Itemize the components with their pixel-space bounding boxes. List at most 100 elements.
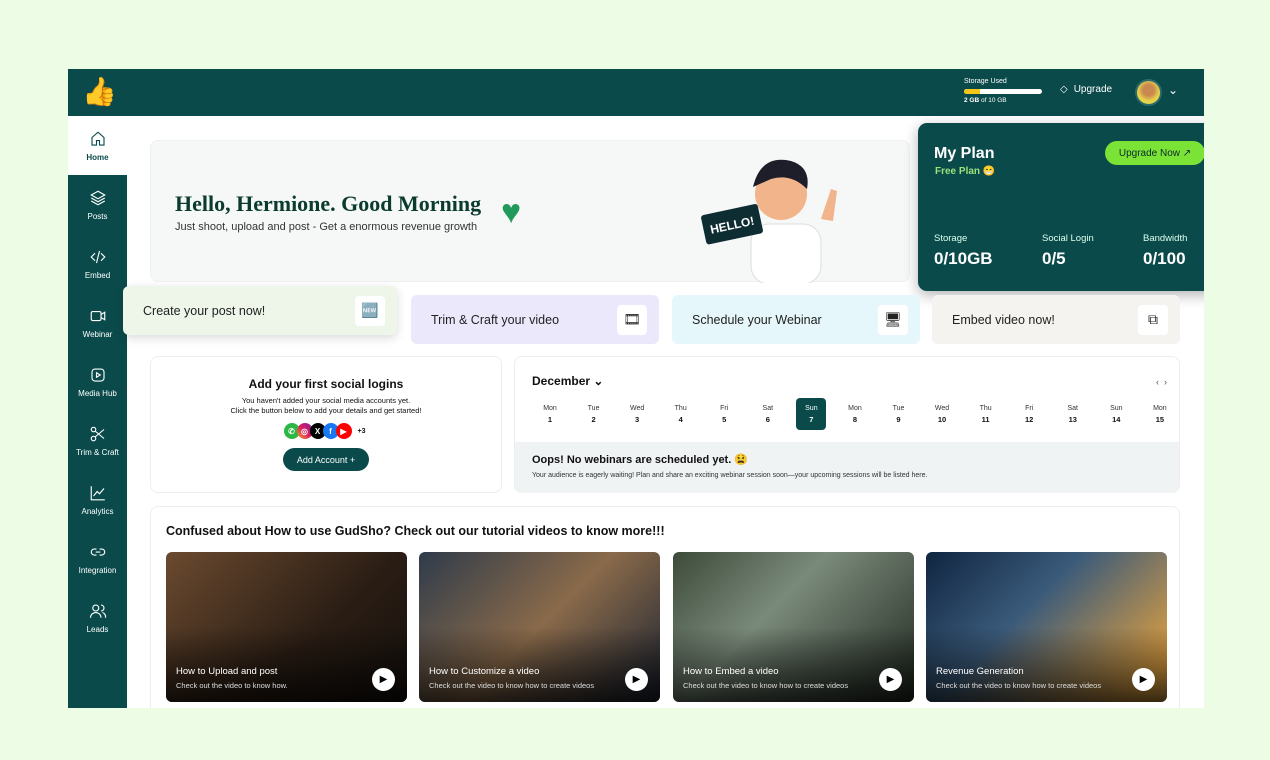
tutorials-panel: Confused about How to use GudSho? Check … [150,506,1180,708]
calendar-day[interactable]: Tue 9 [884,398,914,430]
day-number: 12 [1025,414,1034,424]
avatar[interactable] [1135,79,1162,106]
sidebar-item-label: Webinar [82,329,113,339]
day-name: Sun [1110,404,1123,412]
calendar-day[interactable]: Wed 3 [622,398,652,430]
prev-arrow-icon[interactable]: ‹ [1156,377,1159,387]
sidebar-item-label: Trim & Craft [76,447,119,457]
day-name: Sat [1067,404,1078,412]
action-label: Create your post now! [143,303,266,318]
trim-craft-card[interactable]: Trim & Craft your video 🎞 [411,295,659,344]
day-name: Wed [934,404,950,412]
sidebar-item-leads[interactable]: Leads [68,588,127,647]
stat-value: 0/10GB [934,249,993,268]
sidebar-item-label: Media Hub [78,388,117,398]
storage-meter: Storage Used 2 GB of 10 GB [964,78,1042,104]
stat-label: Storage [934,233,968,244]
play-icon[interactable]: ▶ [879,668,902,691]
day-name: Mon [543,404,557,412]
social-title: Add your first social logins [248,377,404,391]
create-post-card[interactable]: Create your post now! 🆕 [123,286,397,335]
tutorial-video[interactable]: How to Customize a video Check out the vi… [419,552,660,702]
upgrade-now-button[interactable]: Upgrade Now ↗ [1105,141,1204,165]
calendar-day[interactable]: Sun 7 [796,398,827,430]
sidebar-item-integration[interactable]: Integration [68,529,127,588]
day-name: Sun [805,404,818,412]
schedule-webinar-card[interactable]: Schedule your Webinar 🖥 [672,295,920,344]
tutorial-video[interactable]: How to Embed a video Check out the video … [673,552,914,702]
social-text-1: You haven't added your social media acco… [241,396,411,405]
stat-bandwidth: Bandwidth 0/100 [1143,233,1187,269]
day-number: 13 [1068,414,1077,424]
calendar-day[interactable]: Wed 10 [927,398,957,430]
calendar-day[interactable]: Fri 12 [1014,398,1044,430]
storage-total: of 10 GB [980,97,1007,104]
video-icon [90,310,105,321]
calendar-day[interactable]: Sat 6 [753,398,783,430]
calendar-day[interactable]: Thu 11 [971,398,1001,430]
day-name: Thu [979,404,992,412]
sidebar-item-embed[interactable]: Embed [68,234,127,293]
day-number: 5 [722,414,727,424]
day-name: Tue [892,404,905,412]
calendar-day[interactable]: Tue 2 [579,398,609,430]
code-icon [89,250,106,263]
day-name: Mon [848,404,862,412]
sidebar-item-media-hub[interactable]: Media Hub [68,352,127,411]
sidebar-item-posts[interactable]: Posts [68,175,127,234]
users-icon [89,603,106,618]
calendar-day[interactable]: Mon 1 [535,398,565,430]
chevron-down-icon[interactable]: ⌄ [1168,83,1178,97]
calendar-day[interactable]: Sun 14 [1101,398,1131,430]
day-number: 8 [852,414,858,424]
play-icon[interactable]: ▶ [372,668,395,691]
calendar-day[interactable]: Mon 15 [1145,398,1175,430]
calendar-day[interactable]: Thu 4 [666,398,696,430]
day-number: 9 [896,414,901,424]
top-header: 👍 Storage Used 2 GB of 10 GB ◇ Upgrade ⌄ [68,69,1204,116]
thumbs-up-logo[interactable]: 👍 [82,75,117,108]
new-post-icon: 🆕 [355,295,385,326]
day-name: Fri [1025,404,1034,412]
sidebar-item-trim-craft[interactable]: Trim & Craft [68,411,127,470]
link-icon [90,547,105,556]
empty-webinars: Oops! No webinars are scheduled yet. 😫 Y… [515,442,1179,493]
sidebar-item-home[interactable]: Home [68,116,127,175]
action-label: Schedule your Webinar [692,312,822,327]
heart-icon: ♥ [501,193,522,231]
plan-name: Free Plan 😁 [935,166,996,177]
calendar-day[interactable]: Sat 13 [1058,398,1088,430]
home-icon [90,131,105,146]
greeting-title: Hello, Hermione. Good Morning [175,191,482,216]
sidebar-item-analytics[interactable]: Analytics [68,470,127,529]
video-title: How to Customize a video [429,666,540,677]
day-name: Tue [587,404,600,412]
stat-label: Social Login [1042,233,1094,244]
day-number: 15 [1155,414,1165,424]
tutorial-video[interactable]: How to Upload and post Check out the vide… [166,552,407,702]
sidebar-item-webinar[interactable]: Webinar [68,293,127,352]
day-number: 7 [809,414,814,424]
video-subtitle: Check out the video to know how to creat… [936,681,1102,690]
play-icon[interactable]: ▶ [625,668,648,691]
webinar-calendar: December ⌄ ‹ › Mon 1 Tue 2 Wed 3 Thu 4 Fri 5 Sat 6 Su… [514,356,1180,493]
tutorial-video[interactable]: Revenue Generation Check out the video to… [926,552,1167,702]
youtube-icon: ▶ [335,423,352,439]
play-icon[interactable]: ▶ [1132,668,1155,691]
chart-icon [90,485,105,500]
sidebar-item-label: Leads [86,624,109,634]
upgrade-link[interactable]: ◇ Upgrade [1060,84,1112,95]
sidebar-item-label: Analytics [81,506,114,516]
add-account-button[interactable]: Add Account + [283,448,369,471]
scissors-icon [90,426,104,441]
day-number: 11 [981,414,990,424]
video-subtitle: Check out the video to know how. [176,681,288,690]
day-name: Sat [762,404,774,412]
next-arrow-icon[interactable]: › [1164,377,1167,387]
embed-video-card[interactable]: Embed video now! ⧉ [932,295,1180,344]
day-number: 3 [635,414,640,424]
calendar-day[interactable]: Fri 5 [709,398,739,430]
month-selector[interactable]: December ⌄ [532,374,603,388]
film-icon: 🎞 [617,304,647,335]
calendar-day[interactable]: Mon 8 [840,398,870,430]
